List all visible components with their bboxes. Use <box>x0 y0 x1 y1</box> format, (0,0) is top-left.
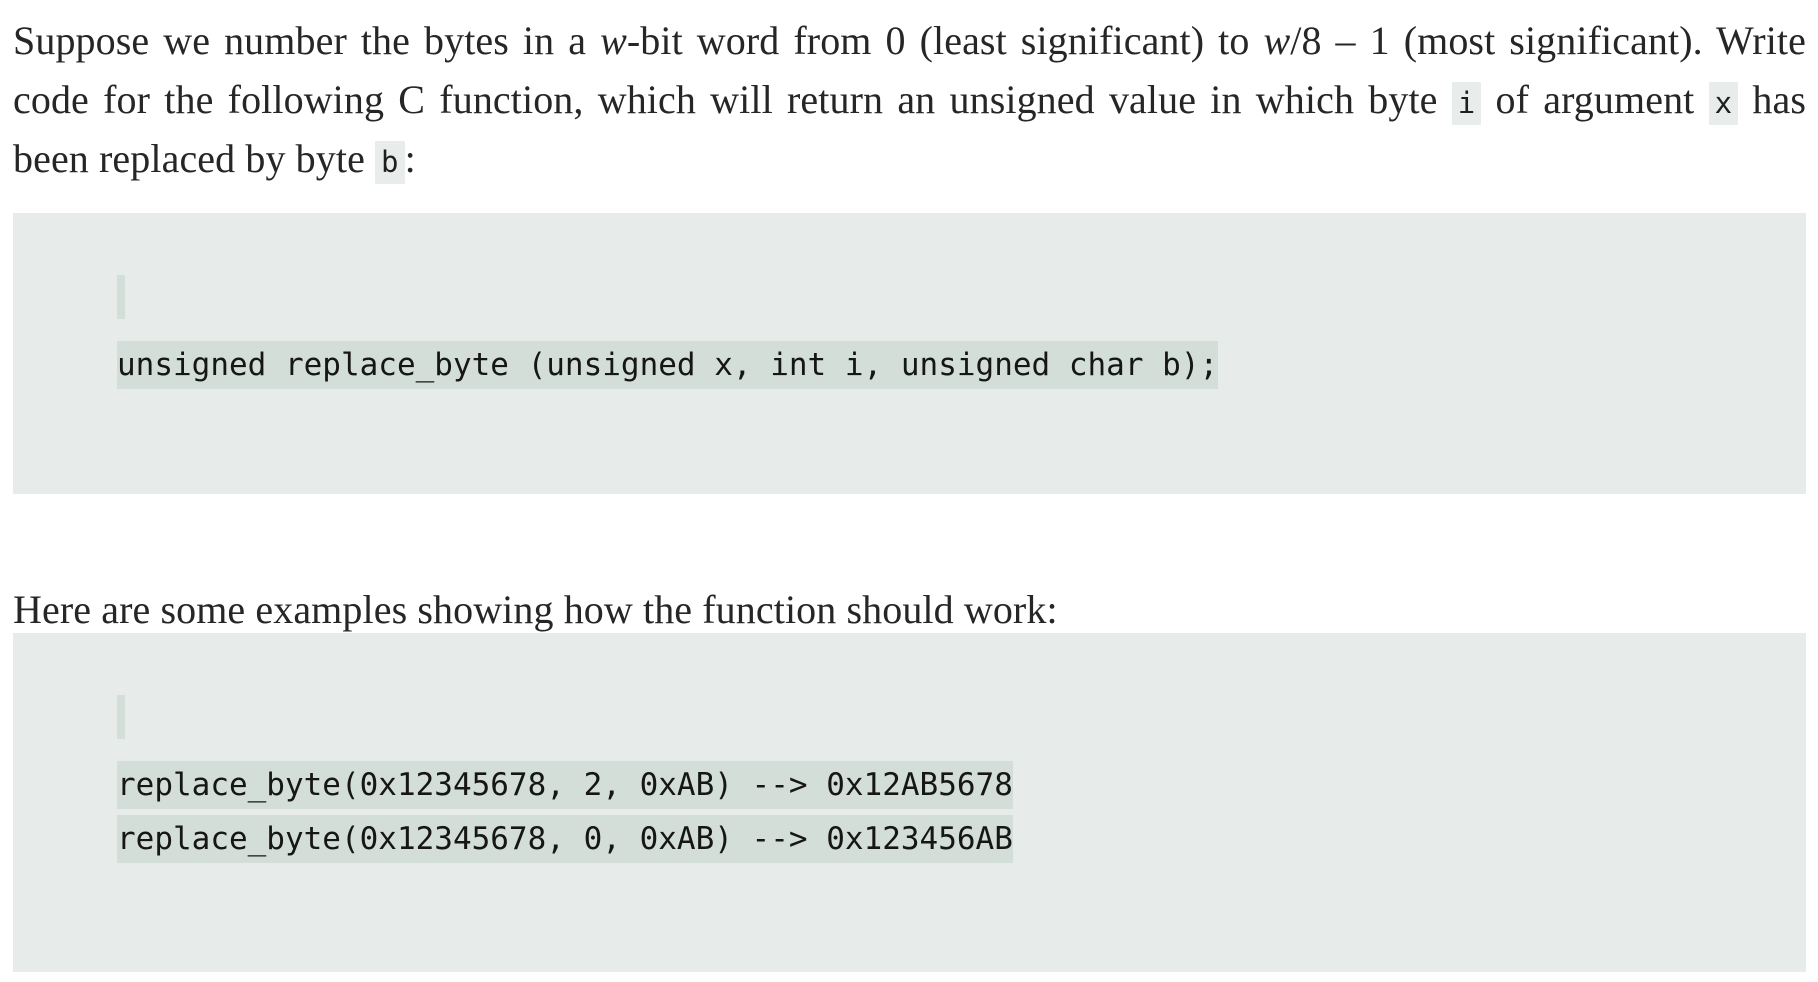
code-block-function-signature[interactable]: unsigned replace_byte (unsigned x, int i… <box>13 213 1806 494</box>
code-line-signature-1: unsigned replace_byte (unsigned x, int i… <box>13 341 1806 389</box>
code-line-spacer <box>13 739 1806 761</box>
code-block-usage-examples[interactable]: replace_byte(0x12345678, 2, 0xAB) --> 0x… <box>13 633 1806 972</box>
intro-text-segment-1: Suppose we number the bytes in a <box>13 18 601 63</box>
code-caret-marker-examples <box>13 695 1806 739</box>
inline-code-i: i <box>1451 82 1482 125</box>
code-block-function-signature-content: unsigned replace_byte (unsigned x, int i… <box>13 275 1806 389</box>
inline-code-b: b <box>375 141 405 184</box>
code-line-example-2: replace_byte(0x12345678, 0, 0xAB) --> 0x… <box>13 815 1806 863</box>
code-caret-marker-signature <box>13 275 1806 319</box>
code-block-usage-examples-content: replace_byte(0x12345678, 2, 0xAB) --> 0x… <box>13 695 1806 863</box>
intro-emphasis-w-1: w <box>600 18 627 63</box>
code-line-example-1: replace_byte(0x12345678, 2, 0xAB) --> 0x… <box>13 761 1806 809</box>
code-line-spacer <box>13 319 1806 341</box>
intro-text-segment-4: of argument <box>1481 77 1709 122</box>
intro-paragraph: Suppose we number the bytes in a w-bit w… <box>13 11 1806 188</box>
intro-text-segment-6: : <box>404 136 416 181</box>
intro-emphasis-w-2: w <box>1263 18 1291 63</box>
document-page: Suppose we number the bytes in a w-bit w… <box>0 0 1818 982</box>
intro-text-segment-2: -bit word from 0 (least significant) to <box>626 18 1264 63</box>
inline-code-x: x <box>1708 82 1739 125</box>
examples-lead-paragraph: Here are some examples showing how the f… <box>13 587 1058 632</box>
